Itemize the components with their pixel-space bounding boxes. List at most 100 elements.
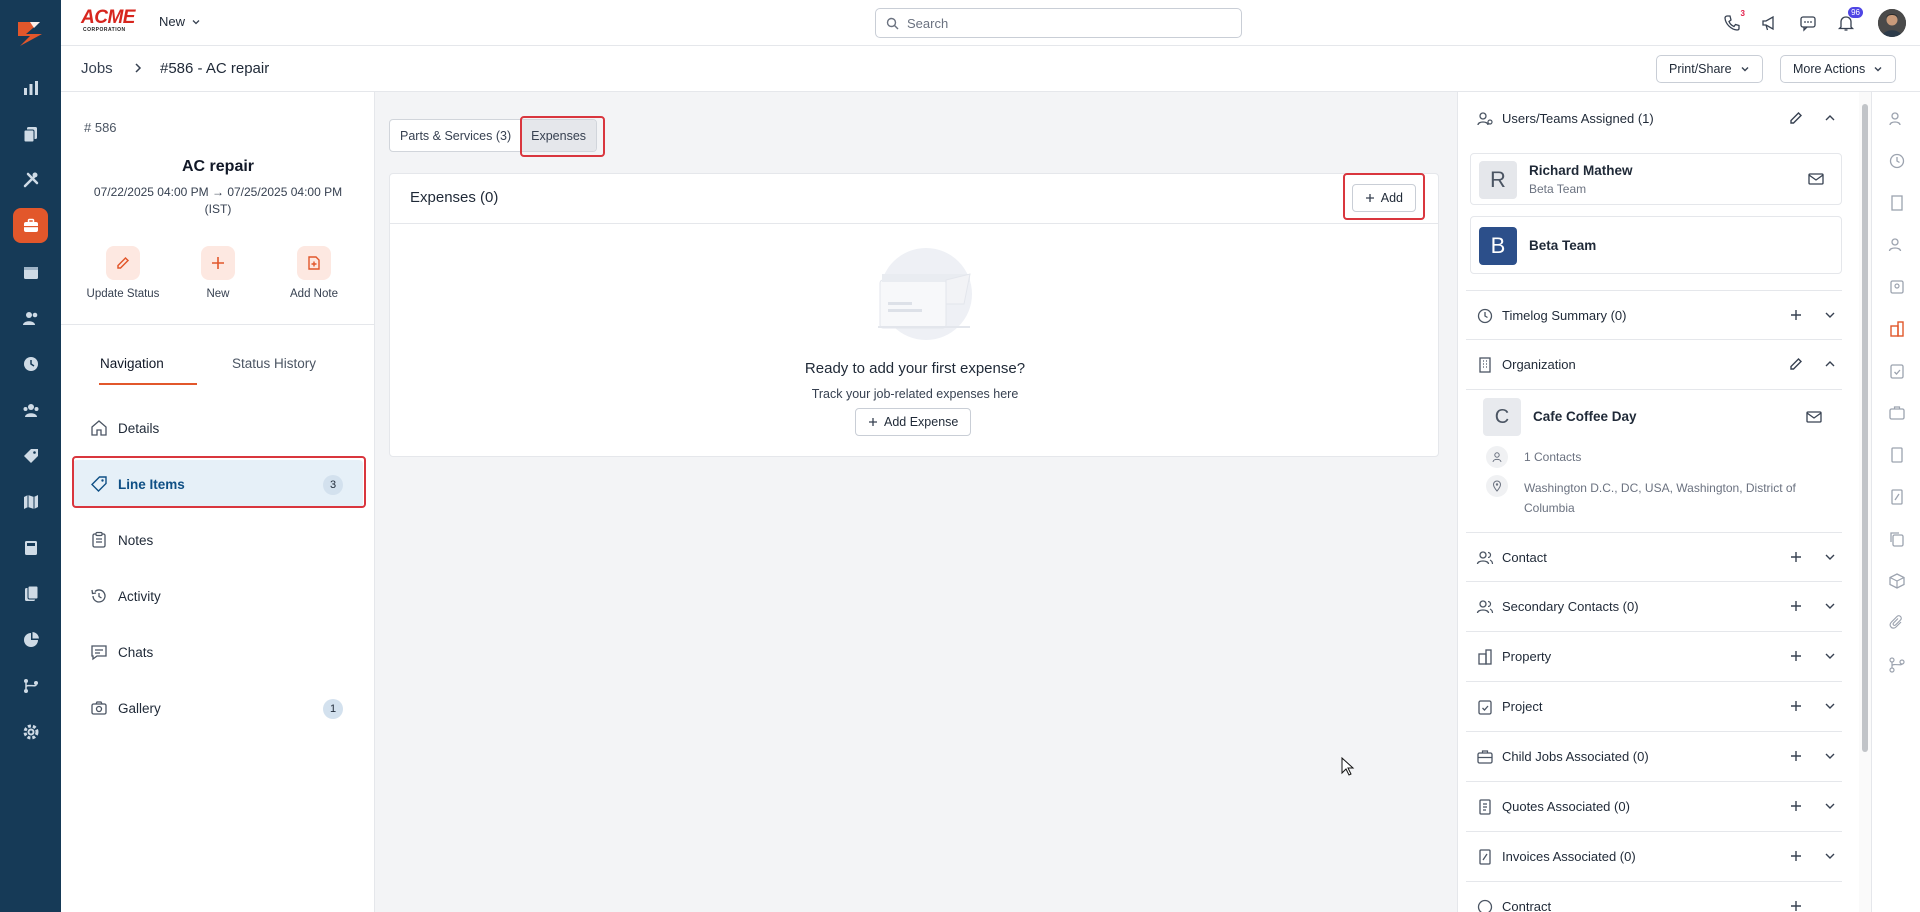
nav-item-notes[interactable]: Notes (73, 516, 363, 564)
new-action[interactable]: New (173, 246, 263, 300)
tag-icon[interactable] (13, 438, 48, 473)
property-section-header[interactable]: Property (1466, 632, 1842, 682)
new-menu-button[interactable]: New (159, 14, 201, 29)
breadcrumb-jobs-link[interactable]: Jobs (81, 60, 113, 77)
chat-icon[interactable] (1797, 12, 1819, 34)
contacts-people-icon[interactable] (13, 300, 48, 335)
mail-icon[interactable] (1807, 171, 1825, 187)
notification-bell-icon[interactable]: 96 (1835, 7, 1863, 34)
quotes-section-header[interactable]: Quotes Associated (0) (1466, 782, 1842, 832)
contacts-icon[interactable] (1886, 234, 1908, 256)
chevron-down-icon[interactable] (1824, 600, 1836, 612)
invoice-icon[interactable] (1886, 486, 1908, 508)
clock-icon[interactable] (13, 346, 48, 381)
assigned-user-card[interactable]: R Richard Mathew Beta Team (1470, 153, 1842, 205)
assigned-team-card[interactable]: B Beta Team (1470, 216, 1842, 274)
user-avatar[interactable] (1878, 9, 1906, 37)
chevron-down-icon[interactable] (1824, 850, 1836, 862)
contact-card-icon[interactable] (1886, 276, 1908, 298)
tools-icon[interactable] (13, 162, 48, 197)
org-contacts-count[interactable]: 1 Contacts (1524, 450, 1581, 464)
chevron-down-icon[interactable] (1824, 650, 1836, 662)
project-section-header[interactable]: Project (1466, 682, 1842, 732)
nav-item-details[interactable]: Details (73, 404, 363, 452)
invoices-section-header[interactable]: Invoices Associated (0) (1466, 832, 1842, 882)
map-icon[interactable] (13, 484, 48, 519)
briefcase-icon[interactable] (1886, 402, 1908, 424)
mail-icon[interactable] (1805, 409, 1823, 425)
tab-parts-services[interactable]: Parts & Services (3) (390, 120, 521, 151)
tab-status-history[interactable]: Status History (232, 356, 316, 371)
plus-icon[interactable] (1788, 698, 1804, 714)
print-share-button[interactable]: Print/Share (1656, 55, 1763, 83)
update-status-action[interactable]: Update Status (78, 246, 168, 300)
quote-document-icon[interactable] (1886, 444, 1908, 466)
property-building-icon[interactable] (1886, 318, 1908, 340)
plus-icon[interactable] (1788, 549, 1804, 565)
app-logo-icon[interactable] (12, 14, 48, 50)
plus-icon[interactable] (1788, 648, 1804, 664)
plus-icon[interactable] (1788, 748, 1804, 764)
timelog-section-header[interactable]: Timelog Summary (0) (1466, 290, 1842, 340)
side-panel-scrollbar[interactable] (1859, 92, 1871, 912)
invoices-title: Invoices Associated (0) (1502, 849, 1636, 864)
contract-section-header[interactable]: Contract (1466, 882, 1842, 912)
copy-icon[interactable] (1886, 528, 1908, 550)
contact-section-header[interactable]: Contact (1466, 532, 1842, 582)
nav-item-gallery[interactable]: Gallery 1 (73, 684, 363, 732)
user-assign-icon[interactable] (1886, 108, 1908, 130)
chevron-down-icon[interactable] (1824, 750, 1836, 762)
org-name[interactable]: Cafe Coffee Day (1533, 409, 1637, 424)
users-teams-section-header[interactable]: Users/Teams Assigned (1) (1466, 94, 1842, 144)
workflow-icon[interactable] (13, 668, 48, 703)
tab-expenses[interactable]: Expenses (521, 120, 597, 151)
dashboard-chart-icon[interactable] (13, 70, 48, 105)
plus-icon[interactable] (1788, 307, 1804, 323)
documents-icon[interactable] (13, 116, 48, 151)
add-note-action[interactable]: Add Note (269, 246, 359, 300)
organization-section-header[interactable]: Organization (1466, 340, 1842, 390)
plus-icon[interactable] (1788, 898, 1804, 912)
plus-icon[interactable] (201, 246, 235, 280)
nav-item-line-items[interactable]: Line Items 3 (73, 460, 363, 508)
chevron-up-icon[interactable] (1824, 358, 1836, 370)
pencil-icon[interactable] (106, 246, 140, 280)
scrollbar-thumb[interactable] (1862, 104, 1868, 752)
chevron-up-icon[interactable] (1824, 112, 1836, 124)
plus-icon[interactable] (1788, 798, 1804, 814)
reports-pie-icon[interactable] (13, 622, 48, 657)
team-icon[interactable] (13, 392, 48, 427)
search-box[interactable]: Search (875, 8, 1242, 38)
megaphone-icon[interactable] (1759, 12, 1781, 34)
edit-pencil-icon[interactable] (1788, 110, 1804, 126)
chevron-down-icon[interactable] (1824, 309, 1836, 321)
package-icon[interactable] (1886, 570, 1908, 592)
more-actions-button[interactable]: More Actions (1780, 55, 1897, 83)
settings-gear-icon[interactable] (13, 714, 48, 749)
child-jobs-section-header[interactable]: Child Jobs Associated (0) (1466, 732, 1842, 782)
tab-navigation[interactable]: Navigation (100, 356, 164, 371)
attachment-icon[interactable] (1886, 612, 1908, 634)
chevron-down-icon[interactable] (1824, 700, 1836, 712)
chevron-down-icon[interactable] (1824, 800, 1836, 812)
timelog-clock-icon[interactable] (1886, 150, 1908, 172)
nav-item-chats[interactable]: Chats (73, 628, 363, 676)
chevron-down-icon[interactable] (1824, 551, 1836, 563)
clipboard-check-icon[interactable] (1886, 360, 1908, 382)
plus-icon[interactable] (1788, 848, 1804, 864)
brand-logo[interactable]: ACME CORPORATION (81, 8, 141, 37)
calendar-icon[interactable] (13, 254, 48, 289)
add-note-icon[interactable] (297, 246, 331, 280)
jobs-briefcase-icon[interactable] (13, 208, 48, 243)
add-expense-header-button[interactable]: Add (1351, 184, 1416, 212)
workflow-icon[interactable] (1886, 654, 1908, 676)
secondary-contacts-section-header[interactable]: Secondary Contacts (0) (1466, 582, 1842, 632)
add-expense-button[interactable]: Add Expense (855, 408, 972, 436)
files-icon[interactable] (13, 576, 48, 611)
phone-icon[interactable]: 3 (1721, 9, 1745, 34)
edit-pencil-icon[interactable] (1788, 356, 1804, 372)
plus-icon[interactable] (1788, 598, 1804, 614)
nav-item-activity[interactable]: Activity (73, 572, 363, 620)
calculator-icon[interactable] (13, 530, 48, 565)
building-icon[interactable] (1886, 192, 1908, 214)
